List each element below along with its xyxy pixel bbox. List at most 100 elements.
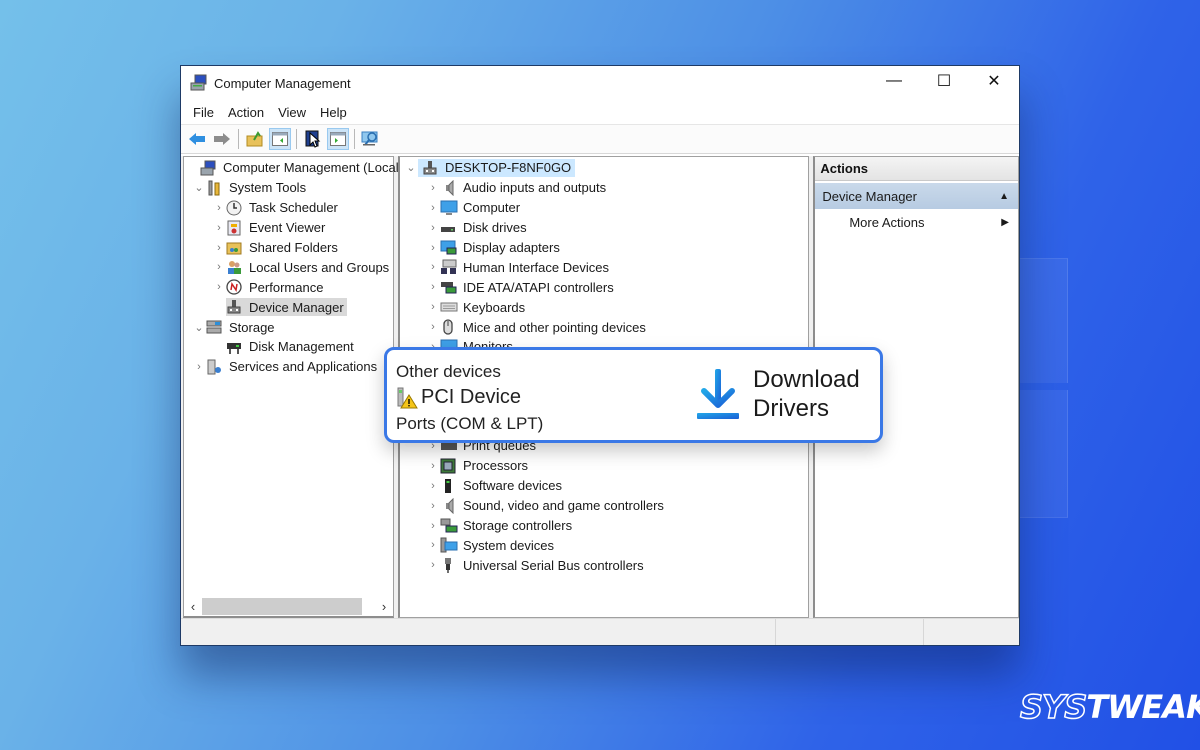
device-tree-root[interactable]: ⌄ DESKTOP-F8NF0GO xyxy=(400,158,808,178)
keyboard-icon xyxy=(440,299,458,315)
collapse-triangle-icon[interactable]: ▲ xyxy=(999,191,1009,202)
device-category-computer[interactable]: › Computer xyxy=(400,198,808,218)
properties-button[interactable] xyxy=(302,128,324,150)
chevron-down-icon[interactable]: ⌄ xyxy=(192,181,206,194)
device-category-audio-inputs-and-outputs[interactable]: › Audio inputs and outputs xyxy=(400,178,808,198)
back-button[interactable] xyxy=(186,128,208,150)
tree-item-label: Computer xyxy=(463,200,521,216)
device-category-system-devices[interactable]: › System devices xyxy=(400,535,808,555)
tree-item-label: IDE ATA/ATAPI controllers xyxy=(463,279,614,295)
chevron-right-icon[interactable]: › xyxy=(426,222,440,234)
chevron-right-icon[interactable]: › xyxy=(212,261,226,273)
scroll-left-arrow-icon[interactable]: ‹ xyxy=(184,599,202,614)
warning-device-icon xyxy=(396,387,418,409)
menu-bar: File Action View Help xyxy=(181,100,1019,124)
console-tree-item-system-tools[interactable]: ⌄ System Tools xyxy=(184,178,393,198)
chevron-down-icon[interactable]: ⌄ xyxy=(192,321,206,334)
console-tree-item-event-viewer[interactable]: › Event Viewer xyxy=(184,218,393,238)
status-cell xyxy=(181,619,776,645)
local-users-icon xyxy=(226,259,244,275)
status-bar xyxy=(181,618,1019,645)
chevron-right-icon[interactable]: › xyxy=(426,301,440,313)
download-drivers-button[interactable]: Download Drivers xyxy=(695,365,860,423)
show-hide-console-tree-button[interactable] xyxy=(269,128,291,150)
chevron-right-icon[interactable]: › xyxy=(426,202,440,214)
actions-group-device-manager[interactable]: Device Manager ▲ xyxy=(815,183,1018,209)
chevron-right-icon[interactable]: › xyxy=(426,480,440,492)
chevron-right-icon[interactable]: › xyxy=(426,182,440,194)
device-category-ide-ata-atapi-controllers[interactable]: › IDE ATA/ATAPI controllers xyxy=(400,277,808,297)
forward-button[interactable] xyxy=(211,128,233,150)
close-button[interactable]: ✕ xyxy=(969,66,1019,96)
monitor-icon xyxy=(440,200,458,216)
chevron-right-icon[interactable]: › xyxy=(212,202,226,214)
chevron-right-icon[interactable]: › xyxy=(426,520,440,532)
console-tree-item-computer-management-local[interactable]: Computer Management (Local xyxy=(184,158,399,178)
device-category-storage-controllers[interactable]: › Storage controllers xyxy=(400,516,808,536)
chevron-right-icon[interactable]: › xyxy=(426,539,440,551)
tree-item-label: Disk Management xyxy=(249,339,354,355)
device-category-universal-serial-bus-controllers[interactable]: › Universal Serial Bus controllers xyxy=(400,555,808,575)
scroll-right-arrow-icon[interactable]: › xyxy=(375,599,393,614)
chevron-right-icon[interactable]: › xyxy=(426,559,440,571)
device-category-disk-drives[interactable]: › Disk drives xyxy=(400,218,808,238)
chevron-down-icon[interactable]: ⌄ xyxy=(404,161,418,174)
console-tree-item-disk-management[interactable]: Disk Management xyxy=(184,337,393,357)
chevron-right-icon[interactable]: › xyxy=(426,242,440,254)
console-tree-item-services-and-applications[interactable]: › Services and Applications xyxy=(184,357,393,377)
console-tree-item-shared-folders[interactable]: › Shared Folders xyxy=(184,238,393,258)
tree-item-label: Human Interface Devices xyxy=(463,259,609,275)
download-label: Download xyxy=(753,366,860,393)
menu-action[interactable]: Action xyxy=(221,105,271,120)
download-drivers-callout: Other devices PCI Device Ports (COM & LP… xyxy=(384,347,883,443)
usb-icon xyxy=(440,557,458,574)
chevron-right-icon[interactable]: › xyxy=(426,500,440,512)
maximize-button[interactable]: ☐ xyxy=(919,66,969,96)
console-tree-item-performance[interactable]: › Performance xyxy=(184,277,393,297)
pci-device-item[interactable]: PCI Device xyxy=(396,386,521,409)
tree-item-label: Sound, video and game controllers xyxy=(463,498,664,514)
device-category-processors[interactable]: › Processors xyxy=(400,456,808,476)
chevron-right-icon[interactable]: › xyxy=(212,281,226,293)
title-bar: Computer Management — ☐ ✕ xyxy=(181,66,1019,100)
back-arrow-icon xyxy=(189,133,205,145)
chevron-right-icon[interactable]: › xyxy=(192,361,206,373)
device-category-mice-and-other-pointing-devices[interactable]: › Mice and other pointing devices xyxy=(400,317,808,337)
menu-view[interactable]: View xyxy=(271,105,313,120)
scan-hardware-button[interactable] xyxy=(360,128,382,150)
scrollbar-thumb[interactable] xyxy=(202,597,362,615)
chevron-right-icon[interactable]: › xyxy=(212,222,226,234)
device-category-display-adapters[interactable]: › Display adapters xyxy=(400,238,808,258)
forward-arrow-icon xyxy=(214,133,230,145)
console-tree-item-storage[interactable]: ⌄ Storage xyxy=(184,317,393,337)
chevron-right-icon[interactable]: › xyxy=(212,242,226,254)
minimize-button[interactable]: — xyxy=(869,66,919,96)
menu-help[interactable]: Help xyxy=(313,105,354,120)
chevron-right-icon[interactable]: › xyxy=(426,321,440,333)
console-tree-item-local-users-and-groups[interactable]: › Local Users and Groups xyxy=(184,257,393,277)
storage-icon xyxy=(206,319,224,335)
chevron-right-icon[interactable]: › xyxy=(426,261,440,273)
software-device-icon xyxy=(440,478,458,494)
console-tree-item-task-scheduler[interactable]: › Task Scheduler xyxy=(184,198,393,218)
tree-item-label: Universal Serial Bus controllers xyxy=(463,557,644,573)
chevron-right-icon[interactable]: › xyxy=(426,460,440,472)
tree-item-label: Software devices xyxy=(463,478,562,494)
device-category-keyboards[interactable]: › Keyboards xyxy=(400,297,808,317)
device-category-sound-video-and-game-controllers[interactable]: › Sound, video and game controllers xyxy=(400,496,808,516)
system-devices-icon xyxy=(440,537,458,553)
device-category-software-devices[interactable]: › Software devices xyxy=(400,476,808,496)
chevron-right-icon[interactable]: › xyxy=(426,281,440,293)
more-actions-item[interactable]: More Actions ▶ xyxy=(815,209,1018,235)
show-hide-action-pane-button[interactable] xyxy=(327,128,349,150)
tree-item-label: Storage controllers xyxy=(463,518,573,533)
console-tree-item-device-manager[interactable]: Device Manager xyxy=(184,297,393,317)
menu-file[interactable]: File xyxy=(186,105,221,120)
more-actions-label: More Actions xyxy=(849,214,925,230)
tree-item-label: Storage xyxy=(229,319,275,335)
computer-node-icon xyxy=(422,160,440,176)
up-one-level-button[interactable] xyxy=(244,128,266,150)
horizontal-scrollbar[interactable]: ‹ › xyxy=(184,596,393,616)
device-category-human-interface-devices[interactable]: › Human Interface Devices xyxy=(400,257,808,277)
performance-icon xyxy=(226,279,244,295)
